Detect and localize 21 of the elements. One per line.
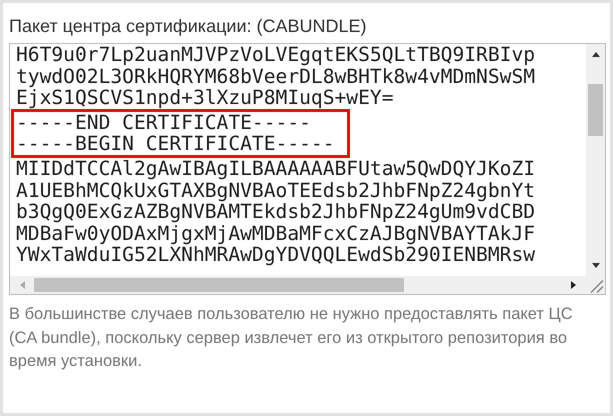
code-line: b3QgQ0ExGzAZBgNVBAMTEkdsb2JhbFNpZ24gUm9vdCBD — [15, 201, 536, 223]
code-line: -----BEGIN CERTIFICATE----- — [15, 133, 335, 155]
code-line: MIIDdTCCAl2gAwIBAgILBAAAAAABFUtaw5QwDQYJKoZI — [15, 158, 536, 180]
horizontal-scrollbar[interactable] — [10, 276, 586, 294]
certificate-textarea[interactable] — [9, 43, 606, 295]
scroll-left-icon[interactable] — [18, 280, 26, 290]
scroll-up-icon[interactable] — [590, 50, 600, 58]
code-line: EjxS1QSCVS1npd+3lXzuP8MIuqS+wEY= — [15, 87, 394, 109]
code-line: YWxTaWduIG52LXNhMRAwDgYDVQQLEwdSb290IENBMRsw — [15, 244, 536, 266]
field-label: Пакет центра сертификации: (CABUNDLE) — [9, 15, 368, 38]
help-text: В большинстве случаев пользователю не нужно предоставлять пакет ЦС (CA bundle), поскольку сервер извлечет его из открытого репозитория во время установки. — [9, 304, 574, 372]
code-line: tywdO02L3ORkHQRYM68bVeerDL8wBHTk8w4vMDmNSwSM — [15, 66, 536, 88]
scroll-thumb[interactable] — [34, 278, 404, 292]
code-line: H6T9u0r7Lp2uanMJVPzVoLVEgqtEKS5QLtTBQ9IRBIvp — [15, 44, 536, 66]
scroll-down-icon[interactable] — [590, 262, 600, 270]
scroll-right-icon[interactable] — [570, 280, 578, 290]
code-line: A1UEBhMCQkUxGTAXBgNVBAoTEEdsb2JhbFNpZ24gbnYt — [15, 180, 536, 202]
code-line: MDBaFw0yODAxMjgxMjAwMDBaMFcxCzAJBgNVBAYTAkJF — [15, 222, 536, 244]
code-line: -----END CERTIFICATE----- — [15, 112, 311, 134]
scroll-thumb[interactable] — [588, 84, 603, 136]
vertical-scrollbar[interactable] — [586, 44, 605, 276]
